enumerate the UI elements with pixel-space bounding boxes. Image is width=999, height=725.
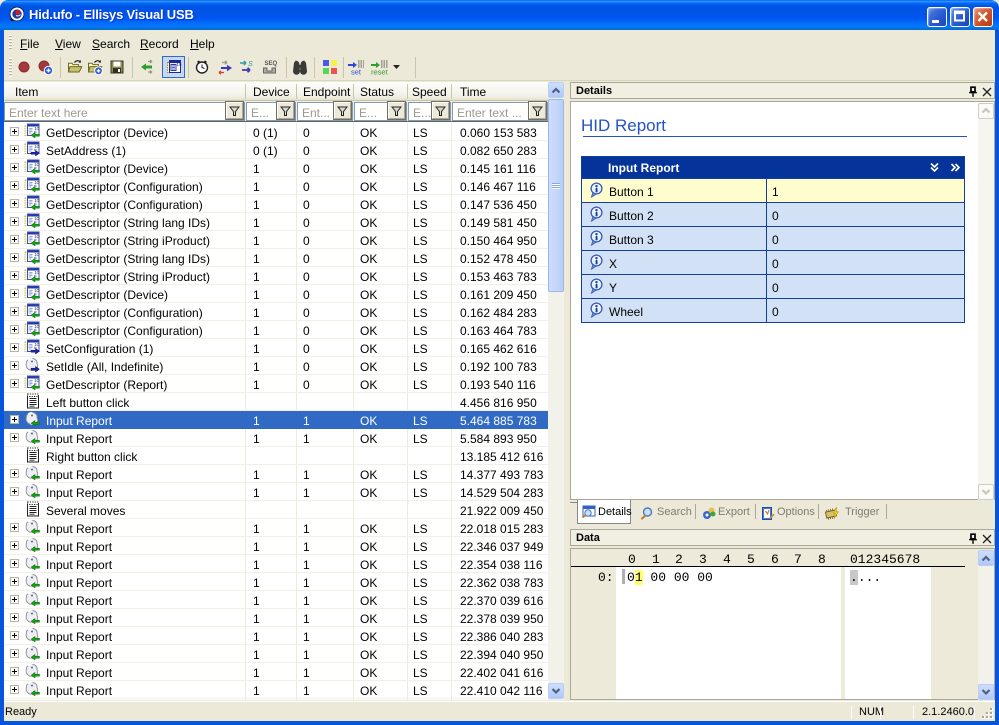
svg-text:10: 10 (34, 144, 39, 149)
svg-text:reset: reset (371, 68, 389, 76)
svg-text:10: 10 (34, 126, 39, 131)
svg-text:10: 10 (177, 62, 183, 67)
svg-text:10: 10 (34, 342, 39, 347)
svg-text:10: 10 (34, 324, 39, 329)
svg-text:10: 10 (34, 378, 39, 383)
svg-text:10: 10 (34, 162, 39, 167)
svg-text:set: set (351, 68, 362, 76)
svg-text:10: 10 (34, 252, 39, 257)
svg-text:10: 10 (34, 288, 39, 293)
svg-text:10: 10 (34, 234, 39, 239)
svg-text:10: 10 (34, 306, 39, 311)
svg-text:10: 10 (34, 270, 39, 275)
svg-text:SEQ: SEQ (265, 61, 278, 67)
svg-text:10: 10 (34, 180, 39, 185)
svg-text:10: 10 (34, 198, 39, 203)
svg-text:10: 10 (34, 216, 39, 221)
svg-text:S: S (248, 61, 253, 68)
